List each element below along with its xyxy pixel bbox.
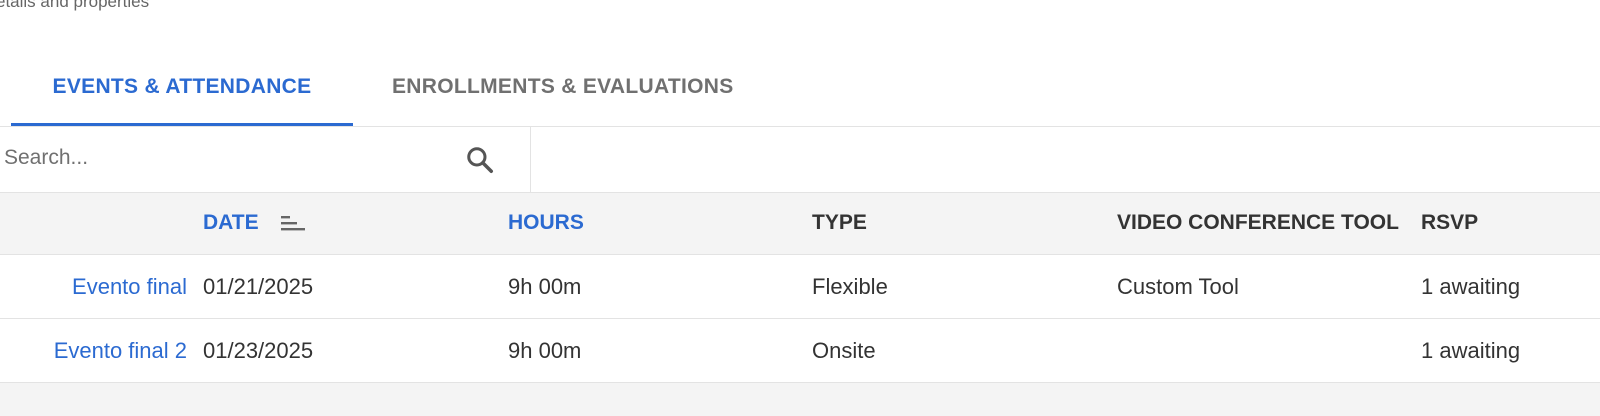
event-type: Flexible [812,274,888,299]
column-header-type: TYPE [812,211,867,234]
table-row: Evento final 01/21/2025 9h 00m Flexible … [0,255,1600,319]
column-header-video-conference-tool: VIDEO CONFERENCE TOOL [1117,211,1399,234]
event-type: Onsite [812,338,876,363]
table-header: DATE HOURS TYPE VIDEO CONFERENCE TOOL RS… [0,192,1600,255]
table-row: Evento final 2 01/23/2025 9h 00m Onsite … [0,319,1600,383]
column-header-hours[interactable]: HOURS [508,193,584,253]
tab-enrollments-evaluations[interactable]: ENROLLMENTS & EVALUATIONS [392,64,734,125]
search-box [0,127,531,192]
sort-descending-icon[interactable] [279,213,305,233]
events-table: DATE HOURS TYPE VIDEO CONFERENCE TOOL RS… [0,192,1600,383]
column-header-rsvp: RSVP [1421,211,1479,234]
search-toolbar [0,127,1600,192]
event-name-link[interactable]: Evento final 2 [54,319,187,382]
page-subtitle: etails and properties [0,0,150,11]
tab-bar: EVENTS & ATTENDANCE ENROLLMENTS & EVALUA… [0,64,1600,127]
search-input[interactable] [4,141,444,175]
event-date: 01/23/2025 [203,338,314,363]
event-date: 01/21/2025 [203,274,314,299]
column-header-date[interactable]: DATE [203,193,259,253]
tab-events-attendance[interactable]: EVENTS & ATTENDANCE [11,64,353,126]
event-name-link[interactable]: Evento final [72,255,187,318]
event-video-tool: Custom Tool [1117,274,1239,299]
search-icon[interactable] [465,145,495,175]
table-footer-area [0,383,1600,416]
event-rsvp: 1 awaiting [1421,274,1521,299]
event-rsvp: 1 awaiting [1421,338,1521,363]
event-hours: 9h 00m [508,338,582,363]
event-hours: 9h 00m [508,274,582,299]
